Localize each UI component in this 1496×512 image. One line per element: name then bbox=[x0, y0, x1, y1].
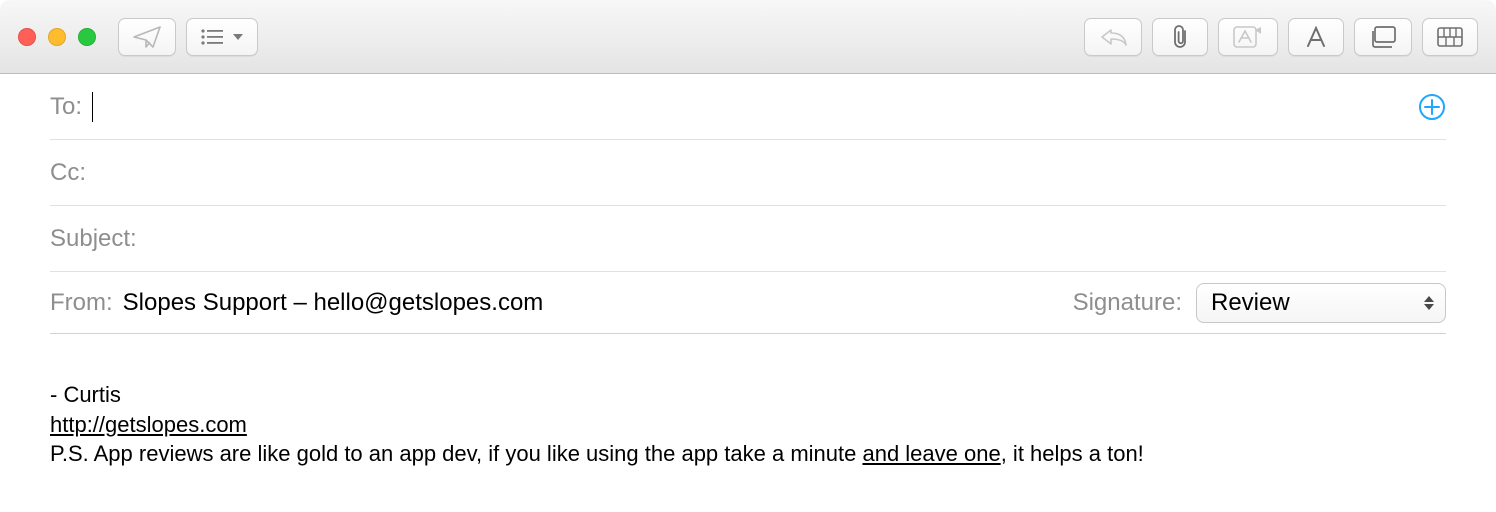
markup-icon bbox=[1233, 26, 1263, 48]
markup-button[interactable] bbox=[1218, 18, 1278, 56]
ps-review-link[interactable]: and leave one bbox=[862, 441, 1000, 466]
emoji-picker-button[interactable] bbox=[1422, 18, 1478, 56]
close-window-button[interactable] bbox=[18, 28, 36, 46]
compose-header: To: Cc: Subject: From: Slopes Support – … bbox=[0, 74, 1496, 334]
cc-label: Cc: bbox=[50, 159, 86, 187]
paper-plane-icon bbox=[133, 26, 161, 48]
reply-button[interactable] bbox=[1084, 18, 1142, 56]
from-label: From: bbox=[50, 289, 113, 317]
stepper-icon bbox=[1423, 296, 1435, 310]
stacked-windows-icon bbox=[1369, 26, 1397, 48]
subject-row: Subject: bbox=[50, 206, 1446, 272]
signature-link[interactable]: http://getslopes.com bbox=[50, 412, 247, 437]
cc-row: Cc: bbox=[50, 140, 1446, 206]
photo-browser-button[interactable] bbox=[1354, 18, 1412, 56]
signature-select[interactable]: Review bbox=[1196, 283, 1446, 323]
signature-signoff: - Curtis bbox=[50, 380, 1446, 410]
compose-body[interactable]: - Curtis http://getslopes.com P.S. App r… bbox=[0, 334, 1496, 469]
to-row: To: bbox=[50, 74, 1446, 140]
signature-selected-value: Review bbox=[1211, 289, 1290, 317]
from-row: From: Slopes Support – hello@getslopes.c… bbox=[50, 272, 1446, 334]
chevron-down-icon bbox=[233, 34, 243, 40]
attach-button[interactable] bbox=[1152, 18, 1208, 56]
reply-arrow-icon bbox=[1099, 27, 1127, 47]
list-icon bbox=[201, 29, 223, 45]
add-recipient-button[interactable] bbox=[1418, 93, 1446, 121]
signature-label: Signature: bbox=[1073, 289, 1182, 317]
header-fields-toggle[interactable] bbox=[186, 18, 258, 56]
to-input[interactable] bbox=[93, 89, 1446, 125]
ps-text-suffix: , it helps a ton! bbox=[1001, 441, 1144, 466]
signature-ps-line: P.S. App reviews are like gold to an app… bbox=[50, 439, 1446, 469]
from-value[interactable]: Slopes Support – hello@getslopes.com bbox=[123, 289, 544, 317]
paperclip-icon bbox=[1170, 24, 1190, 50]
cc-input[interactable] bbox=[86, 155, 1446, 191]
font-format-icon bbox=[1304, 26, 1328, 48]
window-titlebar bbox=[0, 0, 1496, 74]
window-controls bbox=[18, 28, 96, 46]
to-label: To: bbox=[50, 93, 82, 121]
send-button[interactable] bbox=[118, 18, 176, 56]
subject-input[interactable] bbox=[137, 221, 1446, 257]
zoom-window-button[interactable] bbox=[78, 28, 96, 46]
format-button[interactable] bbox=[1288, 18, 1344, 56]
subject-label: Subject: bbox=[50, 225, 137, 253]
minimize-window-button[interactable] bbox=[48, 28, 66, 46]
ps-text-prefix: P.S. App reviews are like gold to an app… bbox=[50, 441, 862, 466]
keyboard-grid-icon bbox=[1437, 27, 1463, 47]
